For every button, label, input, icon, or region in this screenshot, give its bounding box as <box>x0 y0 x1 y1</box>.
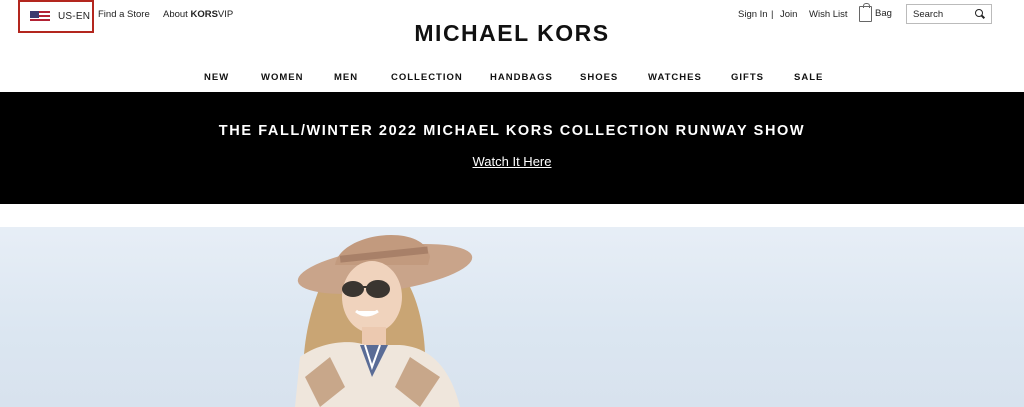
nav-item-men[interactable]: MEN <box>334 72 358 83</box>
banner-title: THE FALL/WINTER 2022 MICHAEL KORS COLLEC… <box>218 123 806 139</box>
watch-it-here-link[interactable]: Watch It Here <box>0 154 1024 169</box>
bag-button[interactable]: Bag <box>859 3 892 22</box>
hero-image[interactable] <box>0 227 1024 407</box>
about-suffix: VIP <box>217 9 234 20</box>
about-korsvip-link[interactable]: About KORSVIP <box>163 9 233 20</box>
nav-item-women[interactable]: WOMEN <box>261 72 303 83</box>
brand-logo[interactable]: MICHAEL KORS <box>0 20 1024 47</box>
bag-icon <box>859 3 872 22</box>
nav-item-handbags[interactable]: HANDBAGS <box>490 72 553 83</box>
nav-item-collection[interactable]: COLLECTION <box>391 72 463 83</box>
nav-item-new[interactable]: NEW <box>204 72 229 83</box>
join-link[interactable]: Join <box>780 9 797 20</box>
bag-label: Bag <box>875 8 892 19</box>
account-separator: | <box>771 9 774 20</box>
search-input[interactable] <box>913 8 973 20</box>
hero-illustration <box>295 235 473 407</box>
wish-list-link[interactable]: Wish List <box>809 9 848 20</box>
about-prefix: About <box>163 9 191 20</box>
find-store-link[interactable]: Find a Store <box>98 9 150 20</box>
sign-in-link[interactable]: Sign In <box>738 9 768 20</box>
main-nav: NEW WOMEN MEN COLLECTION HANDBAGS SHOES … <box>0 72 1024 90</box>
nav-item-watches[interactable]: WATCHES <box>648 72 702 83</box>
search-icon[interactable] <box>975 9 985 19</box>
nav-item-gifts[interactable]: GIFTS <box>731 72 764 83</box>
about-brand: KORS <box>190 9 218 20</box>
nav-item-shoes[interactable]: SHOES <box>580 72 618 83</box>
search-box[interactable] <box>906 4 992 24</box>
nav-item-sale[interactable]: SALE <box>794 72 823 83</box>
runway-promo-banner: THE FALL/WINTER 2022 MICHAEL KORS COLLEC… <box>0 92 1024 204</box>
